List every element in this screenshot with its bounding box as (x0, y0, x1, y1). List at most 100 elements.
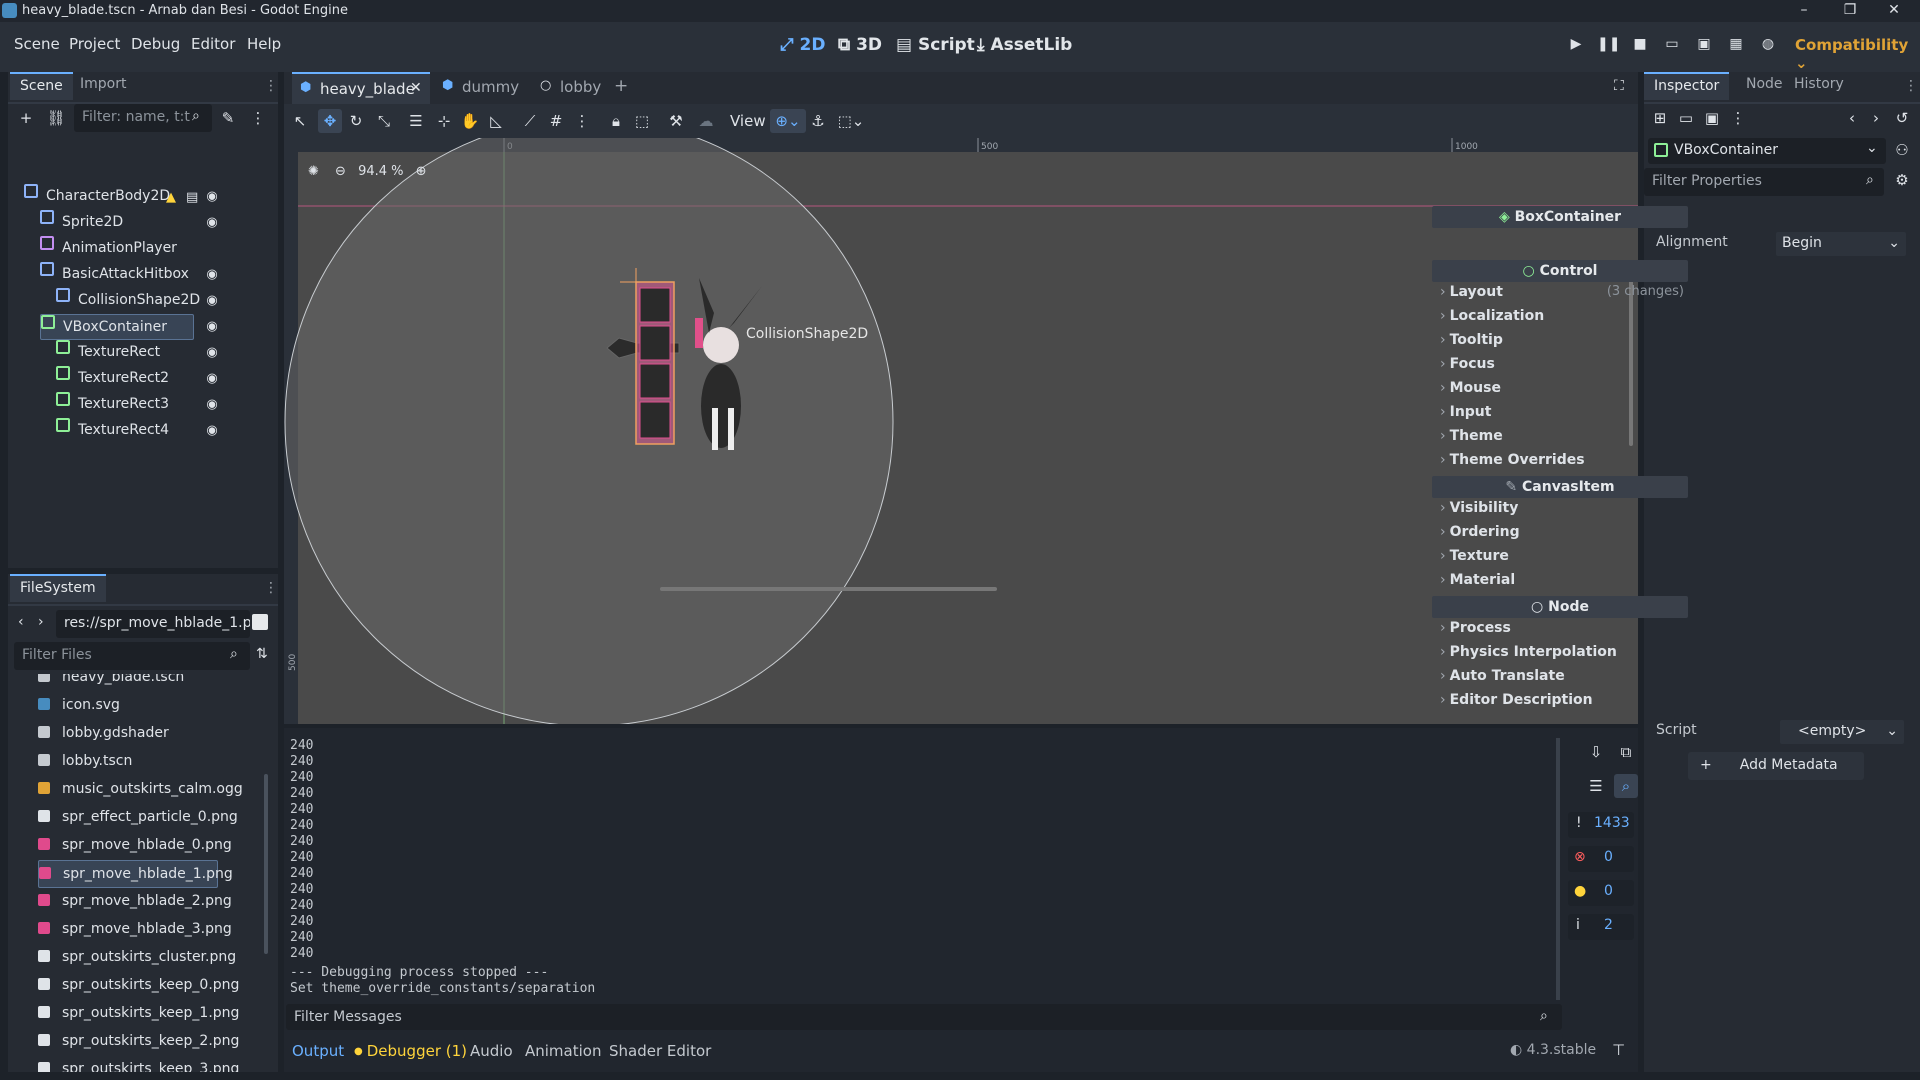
save-resource-icon[interactable]: ▣ (1700, 106, 1724, 130)
visibility-eye-icon[interactable]: ◉ (204, 268, 220, 281)
forward-icon[interactable]: › (38, 614, 44, 630)
node-selector[interactable]: VBoxContainer ⌄ (1648, 138, 1886, 164)
renderer-select[interactable]: Compatibility ⌄ (1795, 36, 1920, 72)
movie-maker-icon[interactable]: ◍ (1757, 36, 1779, 56)
workspace-2d-button[interactable]: ⤢ 2D (780, 35, 825, 55)
file-item[interactable]: spr_move_hblade_1.png (38, 860, 233, 888)
file-item[interactable]: heavy_blade.tscn (38, 674, 218, 692)
remote-debug-icon[interactable]: ▭ (1661, 36, 1683, 56)
section-tooltip[interactable]: › Tooltip (1440, 332, 1684, 354)
tree-item-basicattackhitbox[interactable]: BasicAttackHitbox (40, 262, 194, 288)
bone-icon[interactable]: ⚒ (664, 109, 688, 133)
file-item[interactable]: spr_outskirts_keep_1.png (38, 1000, 239, 1028)
script-select[interactable]: <empty> ⌄ (1780, 720, 1904, 744)
ruler-icon[interactable]: ◺ (484, 109, 508, 133)
zoom-out-icon[interactable]: ⊖ (335, 164, 346, 179)
close-tab-icon[interactable]: ✕ (410, 80, 422, 96)
search-output-icon[interactable]: ⌕ (1614, 774, 1638, 798)
tree-item-collisionshape2d[interactable]: CollisionShape2D (56, 288, 200, 314)
attach-script-icon[interactable]: ✎ (216, 106, 240, 130)
play-icon[interactable]: ▶ (1565, 36, 1587, 56)
workspace-assetlib-button[interactable]: ⤓ AssetLib (977, 35, 1072, 55)
workspace-3d-button[interactable]: ⧉ 3D (838, 35, 882, 55)
error-count-badge[interactable]: ⊗ 0 (1568, 846, 1634, 872)
file-item[interactable]: music_outskirts_calm.ogg (38, 776, 243, 804)
stop-icon[interactable]: ■ (1629, 36, 1651, 56)
filter-properties-input[interactable]: Filter Properties (1644, 168, 1884, 196)
visibility-eye-icon[interactable]: ◉ (204, 216, 220, 229)
tree-item-animationplayer[interactable]: AnimationPlayer (40, 236, 194, 262)
close-window-button[interactable]: ✕ (1874, 0, 1914, 22)
tree-item-texturerect2[interactable]: TextureRect2 (56, 366, 194, 392)
smart-snap-icon[interactable]: ⟋ (518, 109, 542, 133)
file-item[interactable]: lobby.gdshader (38, 720, 218, 748)
tree-item-sprite2d[interactable]: Sprite2D (40, 210, 194, 236)
skeleton-icon[interactable]: ☁ (694, 109, 718, 133)
property-options-icon[interactable]: ⚙ (1890, 168, 1914, 192)
filter-messages-input[interactable]: Filter Messages (286, 1004, 1562, 1030)
bottom-tab-shader-editor[interactable]: Shader Editor (609, 1042, 711, 1060)
move-mode-icon[interactable]: ✥ (318, 109, 342, 133)
tab-import[interactable]: Import (70, 72, 136, 100)
dock-menu-icon[interactable]: ⋮ (264, 78, 278, 94)
select-mode-icon[interactable]: ↖ (288, 109, 312, 133)
dock-menu-icon[interactable]: ⋮ (264, 580, 278, 596)
rotate-mode-icon[interactable]: ↻ (344, 109, 368, 133)
tab-inspector[interactable]: Inspector (1644, 72, 1730, 100)
new-resource-icon[interactable]: ⊞ (1648, 106, 1672, 130)
section-texture[interactable]: › Texture (1440, 548, 1684, 570)
tree-item-texturerect4[interactable]: TextureRect4 (56, 418, 194, 444)
bottom-tab-animation[interactable]: Animation (525, 1042, 601, 1060)
grid-snap-icon[interactable]: # (544, 109, 568, 133)
tree-item-texturerect[interactable]: TextureRect (56, 340, 194, 366)
sort-icon[interactable]: ⇅ (256, 646, 268, 662)
add-tab-icon[interactable]: + (614, 76, 628, 96)
menu-scene[interactable]: Scene (14, 35, 60, 53)
add-node-icon[interactable]: + (14, 106, 38, 130)
collapse-icon[interactable]: ☰ (1584, 774, 1608, 798)
section-auto-translate[interactable]: › Auto Translate (1440, 668, 1684, 690)
file-item[interactable]: spr_outskirts_keep_3.png (38, 1056, 239, 1072)
tab-scene[interactable]: Scene (10, 72, 73, 100)
bottom-tab-debugger-[interactable]: ● Debugger (1) (354, 1042, 467, 1060)
toggle-view-icon[interactable] (252, 614, 268, 630)
message-count-badge[interactable]: ! 1433 (1568, 812, 1634, 838)
alignment-select[interactable]: Begin ⌄ (1776, 232, 1906, 256)
zoom-level[interactable]: 94.4 % (358, 164, 403, 179)
open-resource-icon[interactable]: ▭ (1674, 106, 1698, 130)
history-forward-icon[interactable]: › (1864, 106, 1888, 130)
instance-scene-icon[interactable]: ⛓ (44, 106, 68, 130)
visibility-eye-icon[interactable]: ◉ (204, 424, 220, 437)
anchor-icon[interactable]: ⚓ (806, 109, 830, 133)
scale-mode-icon[interactable]: ⤡ (372, 109, 396, 133)
file-item[interactable]: spr_move_hblade_3.png (38, 916, 232, 944)
section-editor-description[interactable]: › Editor Description (1440, 692, 1684, 714)
play-scene-icon[interactable]: ▣ (1693, 36, 1715, 56)
section-theme[interactable]: › Theme (1440, 428, 1684, 450)
list-select-icon[interactable]: ☰ (404, 109, 428, 133)
section-input[interactable]: › Input (1440, 404, 1684, 426)
menu-project[interactable]: Project (69, 35, 120, 53)
menu-help[interactable]: Help (247, 35, 281, 53)
file-item[interactable]: spr_outskirts_cluster.png (38, 944, 236, 972)
file-item[interactable]: spr_outskirts_keep_2.png (38, 1028, 239, 1056)
node-docs-icon[interactable]: ⚇ (1890, 138, 1914, 162)
scene-tab-dummy[interactable]: ⬢ dummy (434, 72, 522, 104)
section-visibility[interactable]: › Visibility (1440, 500, 1684, 522)
script-attached-icon[interactable]: ▤ (186, 190, 198, 205)
play-custom-scene-icon[interactable]: ▦ (1725, 36, 1747, 56)
pause-icon[interactable]: ❚❚ (1597, 36, 1620, 56)
visibility-eye-icon[interactable]: ◉ (204, 190, 220, 203)
container-sizing-icon[interactable]: ⬚⌄ (834, 109, 868, 133)
anchor-preset-icon[interactable]: ⊕⌄ (770, 109, 806, 133)
clear-output-icon[interactable]: ⇩ (1584, 740, 1608, 764)
bottom-tab-output[interactable]: Output (292, 1042, 344, 1060)
file-item[interactable]: spr_move_hblade_2.png (38, 888, 232, 916)
section-physics-interpolation[interactable]: › Physics Interpolation (1440, 644, 1684, 666)
dock-menu-icon[interactable]: ⋮ (1904, 78, 1918, 94)
file-item[interactable]: spr_effect_particle_0.png (38, 804, 238, 832)
section-focus[interactable]: › Focus (1440, 356, 1684, 378)
minimize-button[interactable]: – (1784, 0, 1824, 22)
copy-output-icon[interactable]: ⧉ (1614, 740, 1638, 764)
workspace-script-button[interactable]: ▤ Script (896, 35, 975, 55)
